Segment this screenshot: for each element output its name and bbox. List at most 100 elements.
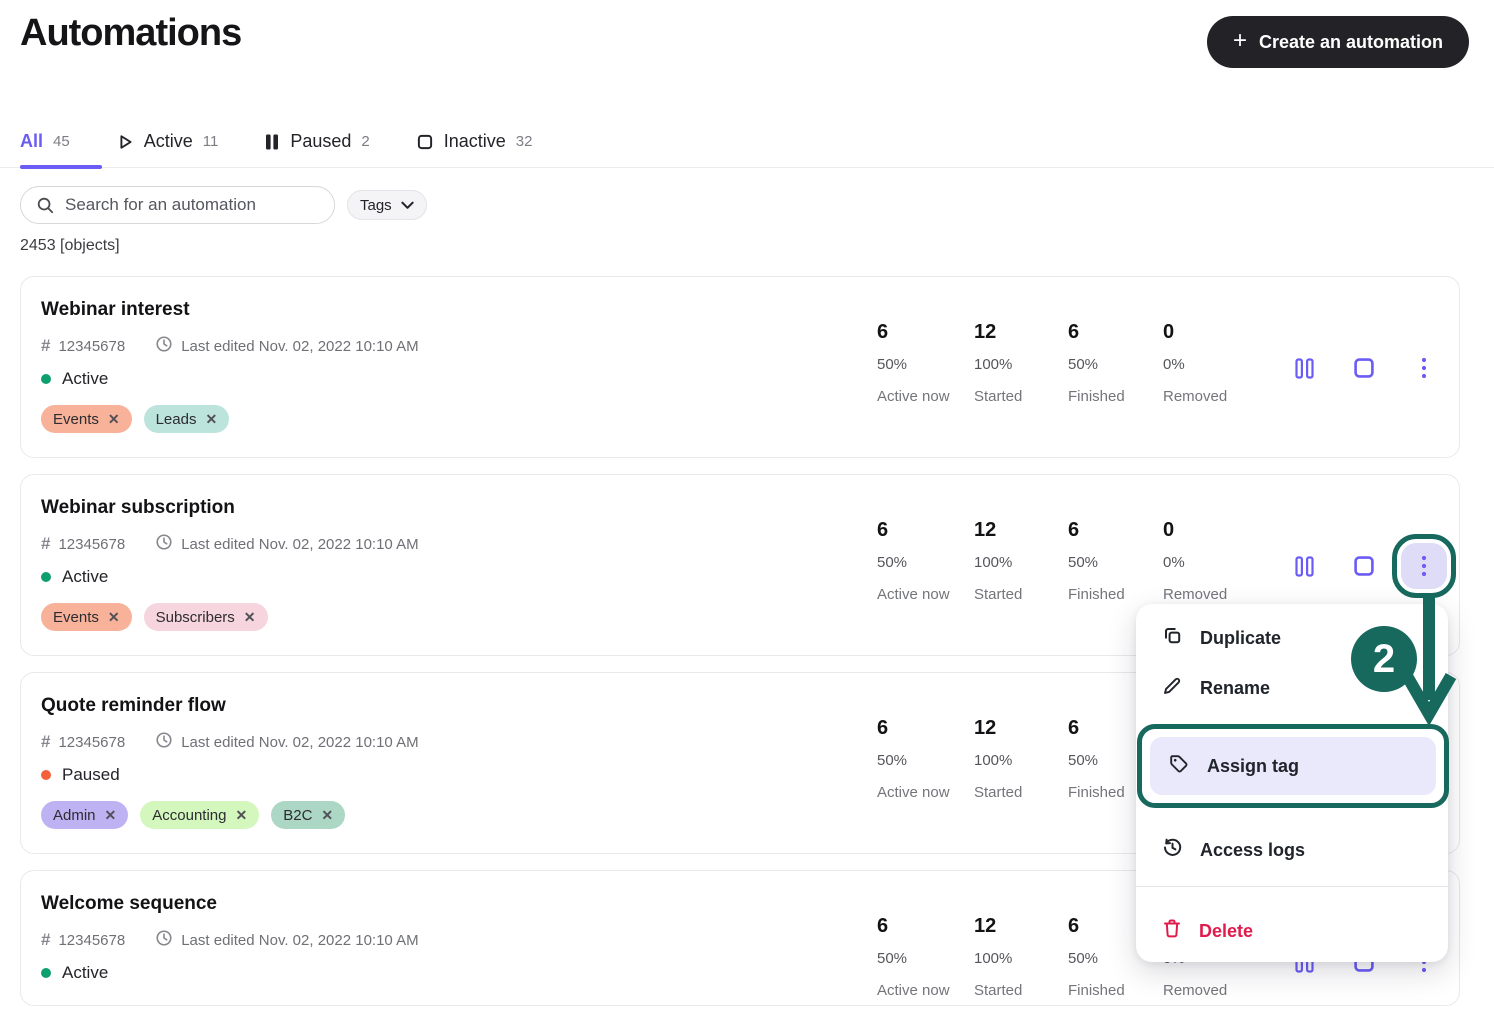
duplicate-icon [1162,625,1183,651]
pause-button[interactable] [1292,554,1316,578]
stat-label: Active now [877,388,969,405]
stat-percent: 100% [974,356,1066,373]
tag-list: Admin✕Accounting✕B2C✕ [41,801,345,829]
menu-item-access-logs-label: Access logs [1200,840,1305,861]
last-edited: Last edited Nov. 02, 2022 10:10 AM [181,338,418,355]
tab-paused[interactable]: Paused 2 [264,131,369,152]
create-automation-label: Create an automation [1259,32,1443,53]
tags-filter-button[interactable]: Tags [347,190,427,220]
tab-paused-count: 2 [361,133,369,150]
automation-meta: # 12345678 Last edited Nov. 02, 2022 10:… [41,731,419,753]
stat-column: 650%Active now [877,717,969,801]
status-badge: Active [41,369,108,389]
pencil-icon [1162,675,1183,701]
tab-all[interactable]: All 45 [20,131,70,152]
stat-label: Removed [1163,586,1255,603]
tag-list: Events✕Leads✕ [41,405,229,433]
menu-item-delete[interactable]: Delete [1136,909,1448,953]
tag-pill: Subscribers✕ [144,603,268,631]
automation-meta: # 12345678 Last edited Nov. 02, 2022 10:… [41,335,419,357]
create-automation-button[interactable]: + Create an automation [1207,16,1469,68]
stat-column: 12100%Started [974,717,1066,801]
pause-button[interactable] [1292,356,1316,380]
menu-item-access-logs[interactable]: Access logs [1136,828,1448,872]
more-actions-button[interactable] [1401,543,1447,589]
tab-all-count: 45 [53,133,70,150]
tag-icon [1168,753,1190,780]
automations-page: Automations + Create an automation All 4… [0,0,1494,1022]
history-icon [1162,837,1183,863]
tab-inactive[interactable]: Inactive 32 [416,131,533,152]
stat-label: Finished [1068,388,1160,405]
more-actions-button[interactable] [1412,356,1436,380]
stat-column: 650%Finished [1068,321,1160,405]
stop-button[interactable] [1352,356,1376,380]
automation-id: 12345678 [58,734,125,751]
stat-value: 6 [877,321,969,344]
tag-pill: B2C✕ [271,801,345,829]
results-count: 2453 [objects] [20,237,120,255]
tab-inactive-count: 32 [516,133,533,150]
stat-label: Finished [1068,982,1160,999]
card-actions [1292,356,1436,380]
stat-column: 00%Removed [1163,519,1255,603]
menu-item-delete-label: Delete [1199,921,1253,942]
stat-percent: 0% [1163,356,1255,373]
stat-percent: 50% [877,356,969,373]
status-label: Active [62,369,108,389]
remove-tag-icon[interactable]: ✕ [321,808,333,822]
remove-tag-icon[interactable]: ✕ [205,412,217,426]
remove-tag-icon[interactable]: ✕ [108,610,120,624]
assign-tag-highlight-ring: Assign tag [1137,724,1449,808]
stat-label: Started [974,388,1066,405]
status-badge: Paused [41,765,120,785]
stat-percent: 100% [974,950,1066,967]
stat-label: Removed [1163,982,1255,999]
hash-icon: # [41,732,50,752]
hash-icon: # [41,336,50,356]
status-label: Active [62,963,108,983]
active-tab-underline [20,165,102,169]
stat-percent: 0% [1163,554,1255,571]
automation-meta: # 12345678 Last edited Nov. 02, 2022 10:… [41,533,419,555]
stat-label: Started [974,982,1066,999]
last-edited: Last edited Nov. 02, 2022 10:10 AM [181,536,418,553]
stat-percent: 100% [974,554,1066,571]
menu-divider [1136,886,1448,887]
automation-card[interactable]: Webinar interest # 12345678 Last edited … [20,276,1460,458]
stop-button[interactable] [1352,554,1376,578]
clock-icon [155,731,173,753]
card-actions [1292,554,1436,578]
remove-tag-icon[interactable]: ✕ [108,412,120,426]
remove-tag-icon[interactable]: ✕ [244,610,256,624]
stat-label: Active now [877,586,969,603]
stat-value: 6 [1068,519,1160,542]
stat-value: 12 [974,321,1066,344]
stat-column: 650%Finished [1068,519,1160,603]
tag-pill: Admin ✕ [41,801,128,829]
remove-tag-icon[interactable]: ✕ [235,808,247,822]
clock-icon [155,929,173,951]
automation-title: Welcome sequence [41,893,217,915]
stat-label: Removed [1163,388,1255,405]
stat-label: Active now [877,784,969,801]
status-label: Active [62,567,108,587]
stat-percent: 50% [877,950,969,967]
search-input[interactable] [20,186,335,224]
menu-item-assign-tag[interactable]: Assign tag [1150,737,1436,795]
tag-pill: Accounting✕ [140,801,259,829]
tab-active[interactable]: Active 11 [116,131,219,152]
stat-value: 0 [1163,321,1255,344]
tag-label: Admin [53,807,96,824]
automation-id: 12345678 [58,932,125,949]
tag-label: Events [53,609,99,626]
pause-icon [264,133,280,151]
tag-pill: Events ✕ [41,603,132,631]
stat-percent: 50% [877,752,969,769]
status-badge: Active [41,567,108,587]
remove-tag-icon[interactable]: ✕ [105,808,117,822]
search-box [20,186,335,224]
status-dot-icon [41,374,51,384]
menu-item-duplicate-label: Duplicate [1200,628,1281,649]
stat-percent: 50% [1068,356,1160,373]
